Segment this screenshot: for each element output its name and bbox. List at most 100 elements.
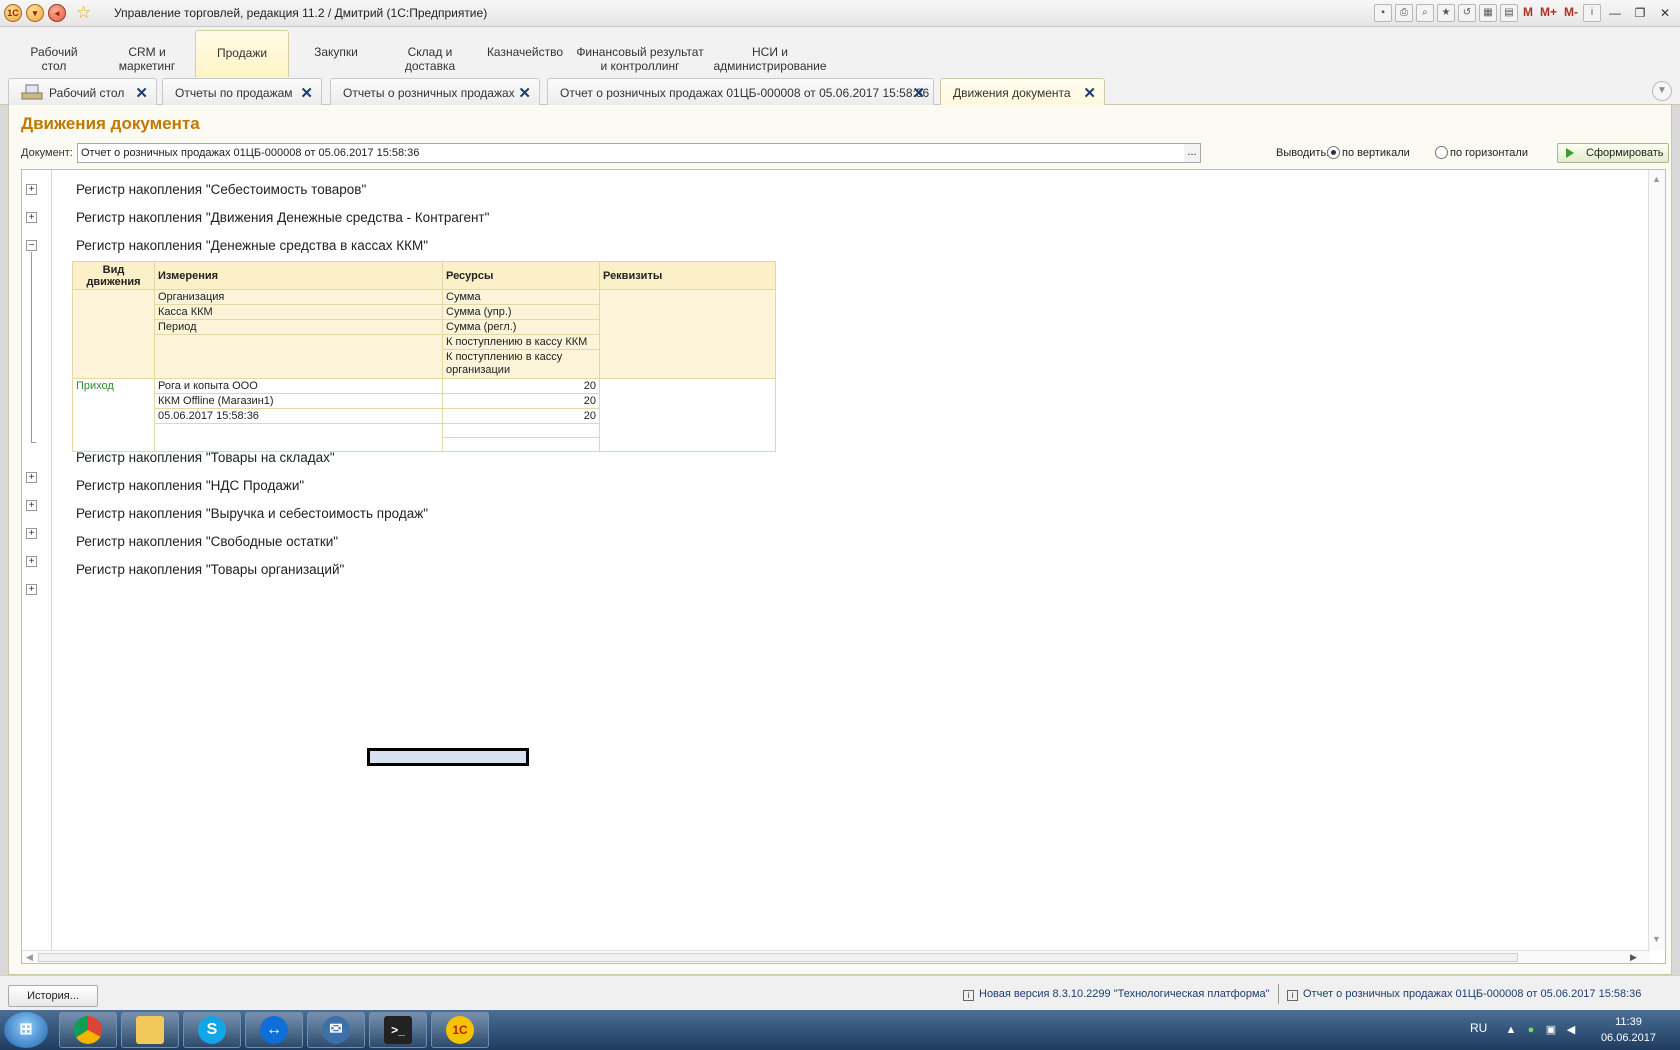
calendar-icon[interactable]: ▤ [1499, 4, 1518, 22]
close-tab-icon[interactable]: ✕ [300, 84, 313, 102]
history-icon[interactable]: ↺ [1457, 4, 1476, 22]
taskbar-1c[interactable]: 1С [431, 1012, 489, 1048]
start-button[interactable]: ⊞ [4, 1012, 48, 1048]
section-purchases[interactable]: Закупки [298, 30, 374, 77]
close-tab-icon[interactable]: ✕ [912, 84, 925, 102]
vertical-scrollbar[interactable]: ▲ ▼ [1648, 170, 1665, 950]
table-header-row: Вид движения Измерения Ресурсы Реквизиты [72, 261, 776, 290]
main-menu-arrow-icon[interactable]: ◂ [48, 4, 66, 22]
close-window-button[interactable]: ✕ [1654, 4, 1676, 22]
radio-vertical[interactable] [1327, 146, 1340, 159]
header-resources: Ресурсы [442, 261, 600, 290]
scroll-left-icon[interactable]: ◀ [26, 952, 33, 963]
sections-panel: Рабочий стол CRM и маркетинг Продажи Зак… [0, 27, 1680, 77]
resource-name: Сумма [442, 289, 600, 305]
language-indicator[interactable]: RU [1470, 1021, 1487, 1035]
history-button[interactable]: История... [8, 985, 98, 1007]
close-tab-icon[interactable]: ✕ [518, 84, 531, 102]
resource-name: К поступлению в кассу ККМ [442, 334, 600, 350]
tab-document-movements[interactable]: Движения документа ✕ [940, 78, 1105, 105]
calculator-icon[interactable]: ▦ [1478, 4, 1497, 22]
taskbar-thunderbird[interactable]: ✉ [307, 1012, 365, 1048]
expand-plus-icon[interactable]: + [26, 584, 37, 595]
document-message[interactable]: i Отчет о розничных продажах 01ЦБ-000008 … [1287, 988, 1641, 1001]
memory-m-button[interactable]: M [1521, 4, 1535, 22]
section-desktop[interactable]: Рабочий стол [18, 30, 90, 77]
favorites-add-icon[interactable]: ★ [1436, 4, 1455, 22]
page-title: Движения документа [21, 114, 200, 133]
section-treasury[interactable]: Казначейство [480, 30, 570, 77]
close-tab-icon[interactable]: ✕ [135, 84, 148, 102]
status-bar: История... i Новая версия 8.3.10.2299 "Те… [0, 975, 1680, 1010]
attributes-value-cell [599, 378, 776, 452]
tab-sales-reports[interactable]: Отчеты по продажам ✕ [162, 78, 322, 105]
favorites-star-icon[interactable]: ☆ [76, 4, 91, 22]
tray-expand-icon[interactable]: ▲ [1504, 1023, 1518, 1037]
taskbar-chrome[interactable] [59, 1012, 117, 1048]
document-message-text: Отчет о розничных продажах 01ЦБ-000008 о… [1303, 988, 1642, 1000]
section-crm[interactable]: CRM и маркетинг [105, 30, 189, 77]
dimension-value: ККМ Offline (Магазин1) [154, 393, 443, 409]
header-kind: Вид движения [72, 261, 155, 290]
teamviewer-icon: ↔ [260, 1016, 288, 1044]
tab-retail-report-document[interactable]: Отчет о розничных продажах 01ЦБ-000008 о… [547, 78, 934, 105]
scroll-up-icon[interactable]: ▲ [1652, 174, 1661, 184]
section-nsi-admin[interactable]: НСИ и администрирование [712, 30, 828, 77]
expand-plus-icon[interactable]: + [26, 212, 37, 223]
info-icon[interactable]: i [1583, 4, 1601, 22]
close-tab-icon[interactable]: ✕ [1083, 84, 1096, 102]
dimension-name: Организация [154, 289, 443, 305]
group-bracket-line [31, 252, 32, 442]
save-icon[interactable]: ▪ [1373, 4, 1392, 22]
scroll-right-icon[interactable]: ▶ [1630, 952, 1637, 963]
expand-plus-icon[interactable]: + [26, 556, 37, 567]
section-warehouse[interactable]: Склад и доставка [390, 30, 470, 77]
generate-button-label: Сформировать [1586, 147, 1664, 159]
register-heading: Регистр накопления "НДС Продажи" [76, 478, 305, 493]
expand-plus-icon[interactable]: + [26, 500, 37, 511]
report-spreadsheet[interactable]: + + − + + + + + Регистр накопления "Себе… [21, 169, 1666, 964]
radio-horizontal[interactable] [1435, 146, 1448, 159]
taskbar-teamviewer[interactable]: ↔ [245, 1012, 303, 1048]
new-version-text: Новая версия 8.3.10.2299 "Технологическа… [979, 988, 1270, 1000]
clock-time: 11:39 [1615, 1016, 1642, 1028]
scroll-down-icon[interactable]: ▼ [1652, 934, 1661, 944]
restore-button[interactable]: ❐ [1629, 4, 1651, 22]
collapse-minus-icon[interactable]: − [26, 240, 37, 251]
minimize-button[interactable]: — [1604, 4, 1626, 22]
tabs-menu-icon[interactable]: ▼ [1652, 81, 1672, 101]
section-label: НСИ и администрирование [713, 45, 827, 73]
tab-desktop[interactable]: Рабочий стол ✕ [8, 78, 157, 105]
terminal-icon: >_ [384, 1016, 412, 1044]
new-version-message[interactable]: i Новая версия 8.3.10.2299 "Технологическ… [963, 988, 1270, 1001]
expand-plus-icon[interactable]: + [26, 472, 37, 483]
taskbar-terminal[interactable]: >_ [369, 1012, 427, 1048]
taskbar-explorer[interactable] [121, 1012, 179, 1048]
document-movements-form: Движения документа Документ: Отчет о роз… [8, 105, 1672, 975]
tab-retail-reports[interactable]: Отчеты о розничных продажах ✕ [330, 78, 540, 105]
taskbar-skype[interactable]: S [183, 1012, 241, 1048]
1c-logo-icon[interactable]: 1С [4, 4, 22, 22]
horizontal-scrollbar[interactable]: ◀ ▶ [22, 950, 1650, 963]
memory-mminus-button[interactable]: M- [1562, 4, 1580, 22]
section-sales[interactable]: Продажи [195, 30, 289, 77]
selected-cell[interactable] [367, 748, 529, 766]
clock[interactable]: 11:39 06.06.2017 [1601, 1014, 1656, 1046]
print-icon[interactable]: ⎙ [1394, 4, 1413, 22]
horizontal-scroll-thumb[interactable] [38, 953, 1518, 962]
expand-plus-icon[interactable]: + [26, 528, 37, 539]
document-select-button[interactable]: ... [1184, 143, 1201, 163]
volume-icon[interactable]: ◀ [1564, 1023, 1578, 1037]
preview-icon[interactable]: ⌕ [1415, 4, 1434, 22]
memory-mplus-button[interactable]: M+ [1538, 4, 1559, 22]
tray-app-icon[interactable]: ● [1524, 1023, 1538, 1037]
section-financial-result[interactable]: Финансовый результат и контроллинг [575, 30, 705, 77]
document-field[interactable]: Отчет о розничных продажах 01ЦБ-000008 о… [77, 143, 1200, 163]
dimension-value-empty [154, 423, 443, 452]
resource-name: Сумма (упр.) [442, 304, 600, 320]
network-icon[interactable]: ▣ [1544, 1023, 1558, 1037]
main-menu-icon[interactable]: ▾ [26, 4, 44, 22]
generate-button[interactable]: Сформировать [1557, 143, 1669, 163]
grouping-gutter: + + − + + + + + [22, 170, 52, 950]
expand-plus-icon[interactable]: + [26, 184, 37, 195]
